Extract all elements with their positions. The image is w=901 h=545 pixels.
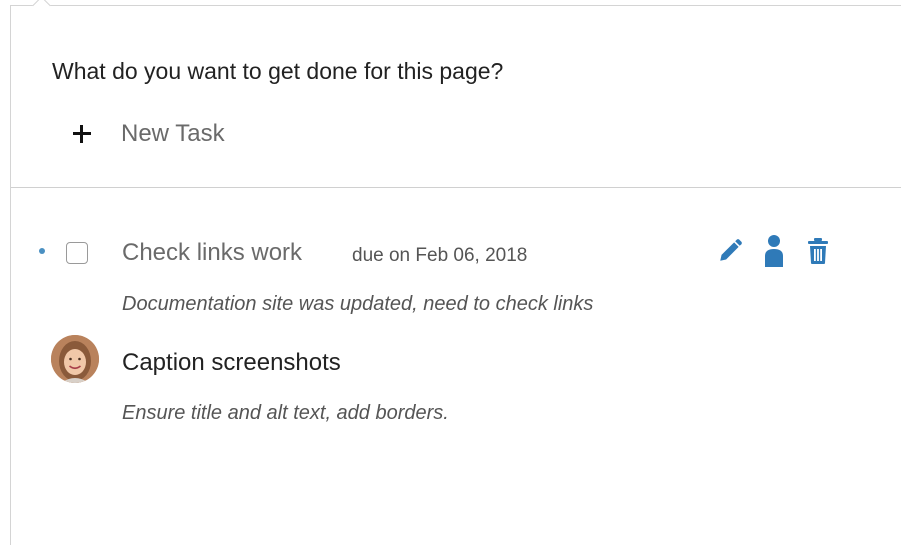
task-item: Caption screenshots Ensure title and alt… <box>11 329 901 429</box>
task-checkbox[interactable] <box>66 242 88 264</box>
divider <box>11 187 901 188</box>
task-panel: What do you want to get done for this pa… <box>10 0 901 545</box>
task-title[interactable]: Caption screenshots <box>122 349 341 377</box>
new-task-button[interactable]: New Task <box>71 116 225 152</box>
task-description: Ensure title and alt text, add borders. <box>122 402 449 424</box>
task-due-date: due on Feb 06, 2018 <box>352 245 528 266</box>
task-title[interactable]: Check links work <box>122 239 302 267</box>
pencil-icon <box>720 239 742 261</box>
plus-icon <box>71 123 93 145</box>
popover-caret <box>32 0 51 15</box>
edit-task-button[interactable] <box>716 234 744 268</box>
unread-dot <box>39 248 45 254</box>
avatar[interactable] <box>51 335 99 383</box>
trash-icon <box>808 238 828 264</box>
task-description: Documentation site was updated, need to … <box>122 293 594 315</box>
new-task-label: New Task <box>121 120 225 147</box>
task-actions <box>716 234 832 268</box>
panel-prompt: What do you want to get done for this pa… <box>52 58 504 84</box>
person-icon <box>765 235 783 267</box>
assign-task-button[interactable] <box>760 234 788 268</box>
delete-task-button[interactable] <box>804 234 832 268</box>
task-item: Check links work due on Feb 06, 2018 Doc… <box>11 231 901 321</box>
